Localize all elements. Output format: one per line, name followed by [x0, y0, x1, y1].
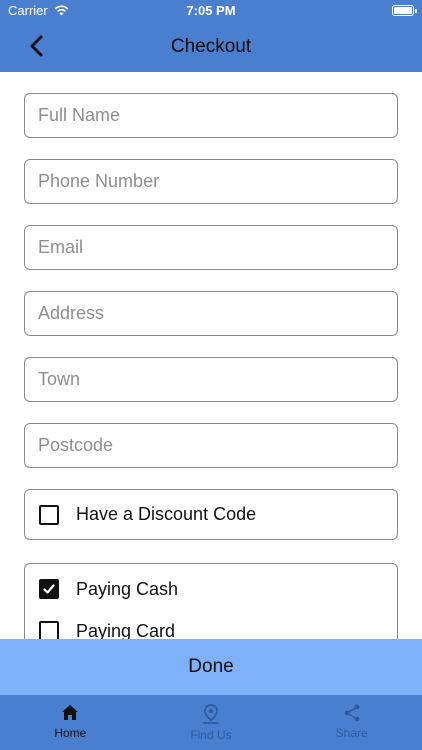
status-bar: Carrier 7:05 PM: [0, 0, 422, 22]
paying-cash-checkbox[interactable]: [39, 579, 59, 599]
nav-bar: Checkout: [0, 22, 422, 72]
paying-card-checkbox[interactable]: [39, 621, 59, 641]
tab-share[interactable]: Share: [281, 695, 422, 750]
address-field[interactable]: [24, 291, 398, 336]
tab-share-label: Share: [335, 726, 368, 740]
status-time: 7:05 PM: [186, 3, 236, 18]
paying-cash-label: Paying Cash: [76, 578, 179, 599]
battery-icon: [392, 5, 417, 16]
done-button[interactable]: Done: [0, 639, 422, 695]
paying-cash-row[interactable]: Paying Cash: [25, 578, 397, 600]
location-pin-icon: [203, 704, 219, 724]
tab-home-label: Home: [54, 726, 87, 740]
discount-code-checkbox[interactable]: [39, 504, 59, 525]
tab-home[interactable]: Home: [0, 695, 141, 750]
town-field[interactable]: [24, 357, 398, 402]
tab-find-us[interactable]: Find Us: [141, 695, 282, 750]
discount-code-box: Have a Discount Code: [24, 489, 398, 540]
share-icon: [344, 704, 360, 722]
discount-code-label: Have a Discount Code: [76, 504, 257, 524]
home-icon: [62, 705, 79, 720]
checkout-form: Have a Discount Code Paying Cash Paying …: [24, 93, 398, 653]
tab-find-us-label: Find Us: [190, 728, 232, 742]
email-field[interactable]: [24, 225, 398, 270]
tab-bar: Home Find Us Share: [0, 695, 422, 750]
page-title: Checkout: [170, 36, 252, 57]
discount-code-checkbox-row[interactable]: Have a Discount Code: [25, 504, 256, 525]
postcode-field[interactable]: [24, 423, 398, 468]
phone-number-field[interactable]: [24, 159, 398, 204]
checkmark-icon: [43, 584, 55, 594]
full-name-field[interactable]: [24, 93, 398, 138]
